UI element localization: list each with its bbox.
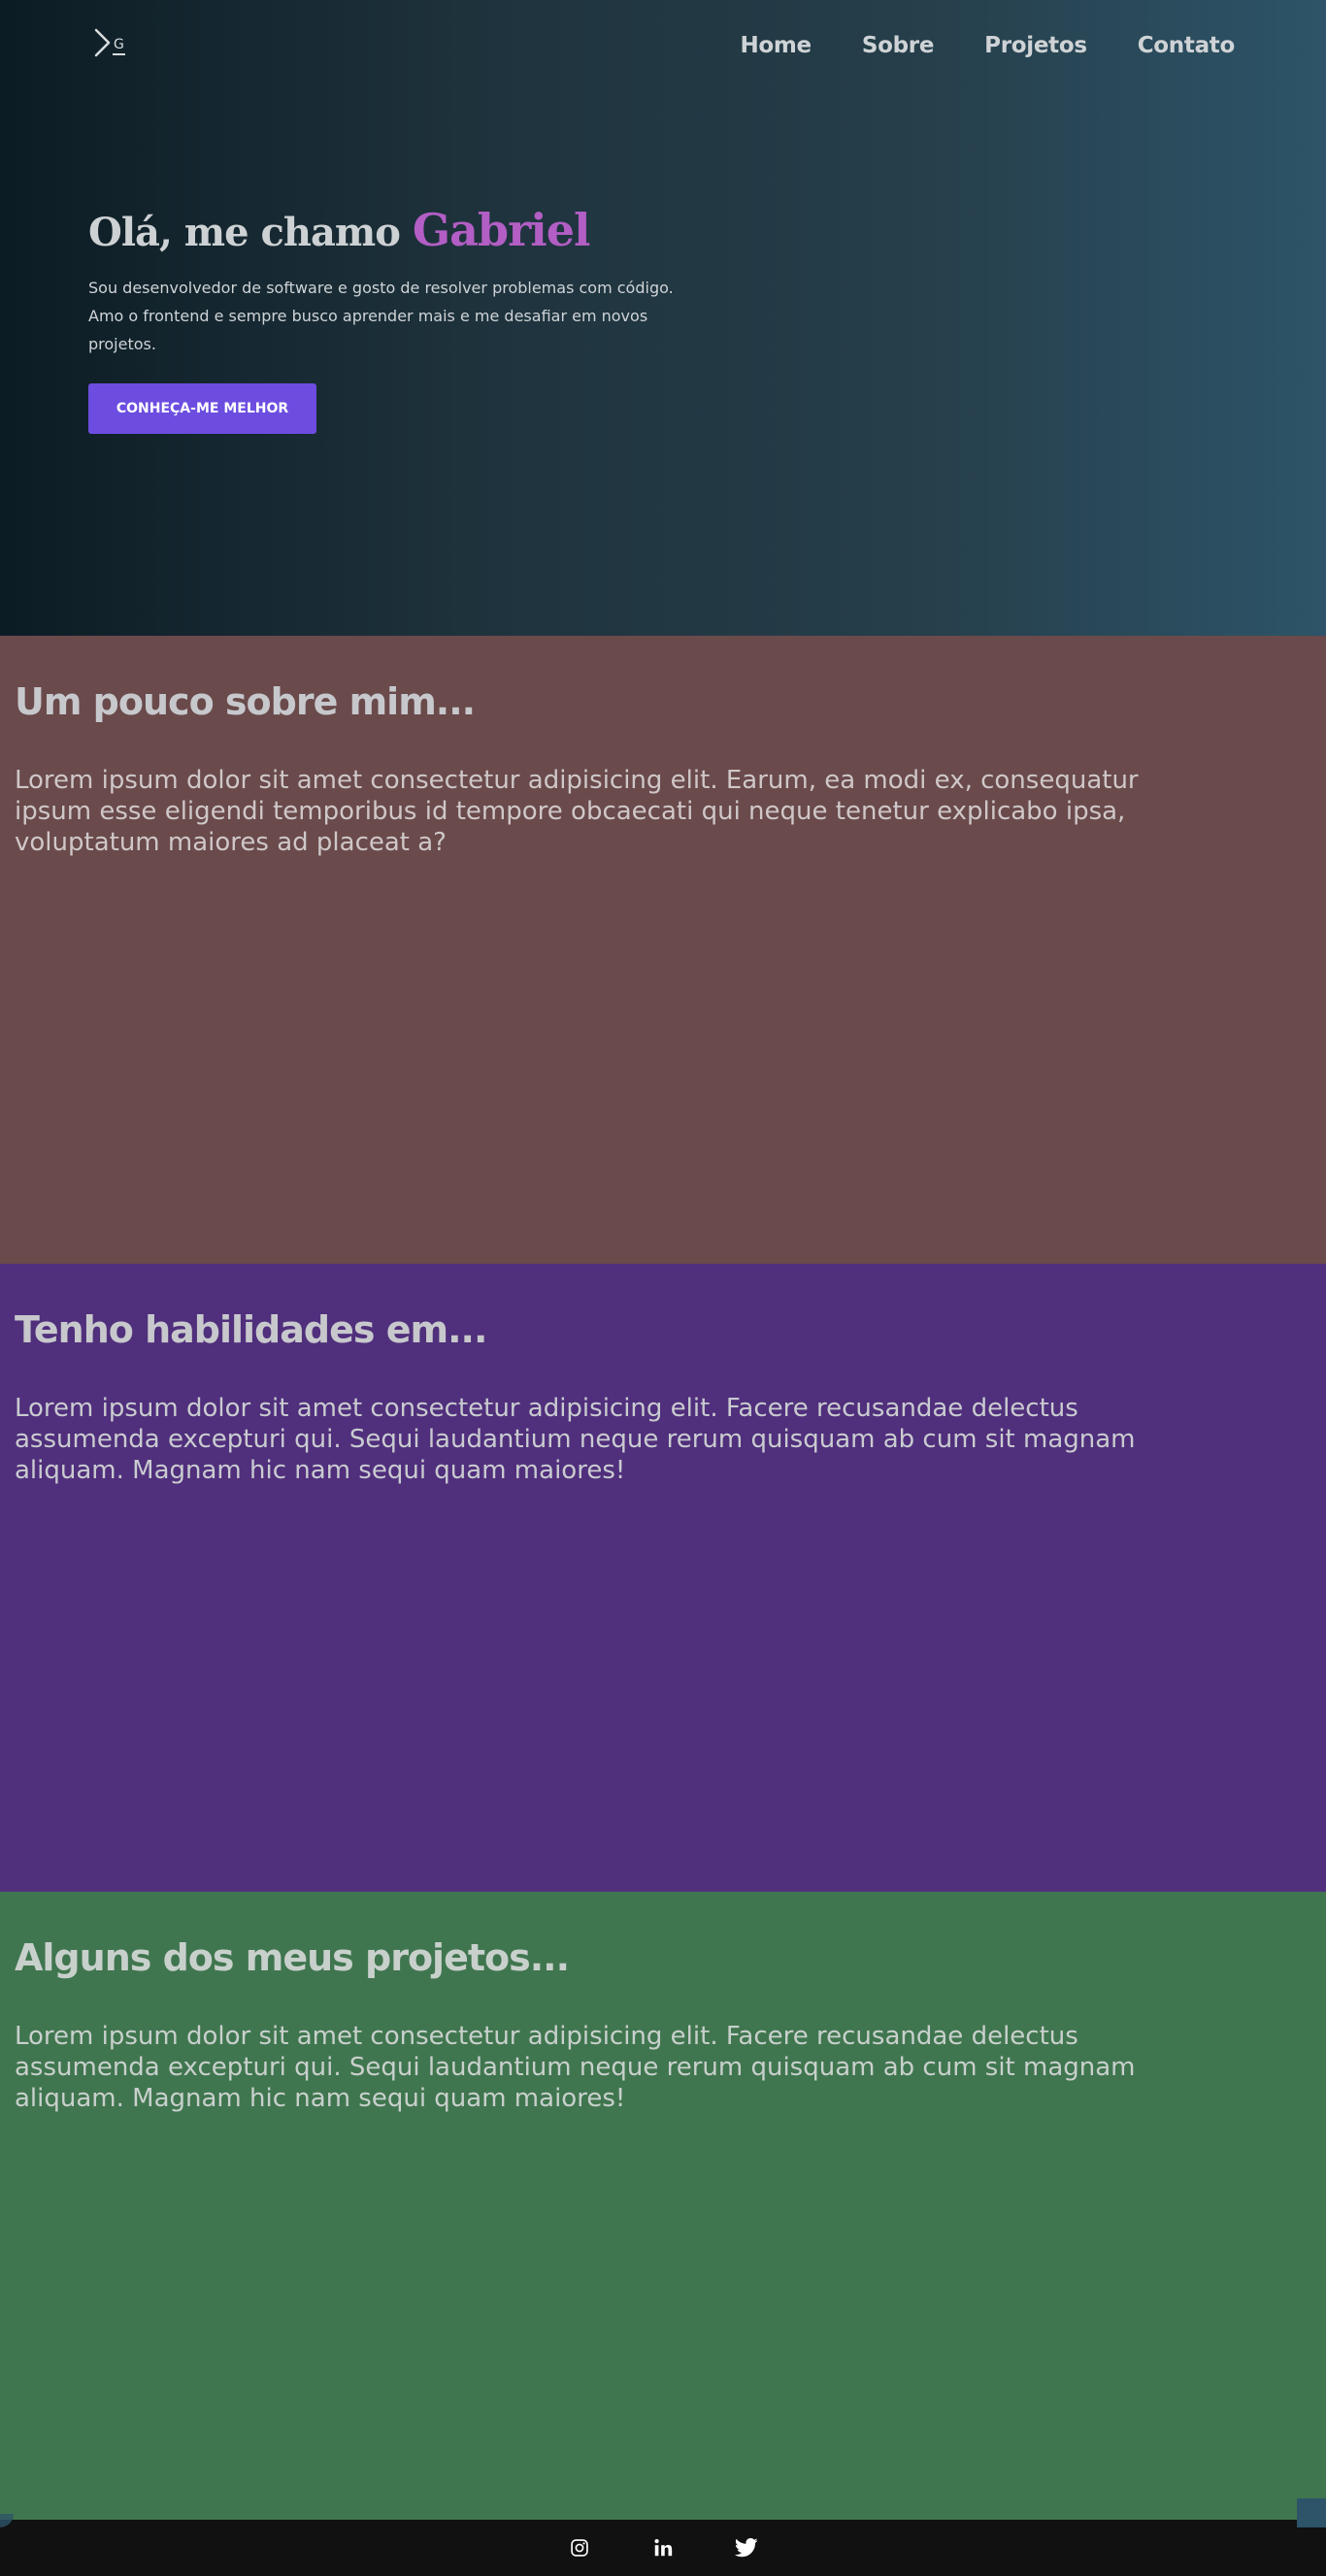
twitter-icon[interactable] [735, 2536, 758, 2559]
nav-link-home[interactable]: Home [740, 33, 812, 58]
instagram-icon[interactable] [568, 2536, 591, 2559]
projects-text: Lorem ipsum dolor sit amet consectetur a… [15, 2022, 1136, 2113]
cta-button[interactable]: CONHEÇA-ME MELHOR [88, 383, 316, 434]
projects-title: Alguns dos meus projetos... [15, 1936, 570, 1979]
skills-text: Lorem ipsum dolor sit amet consectetur a… [15, 1394, 1136, 1485]
hero-content: Olá, me chamo Gabriel Sou desenvolvedor … [88, 204, 690, 434]
nav-link-contato[interactable]: Contato [1138, 33, 1236, 58]
hero-greeting: Olá, me chamo [88, 210, 401, 255]
projects-section: Alguns dos meus projetos... Lorem ipsum … [0, 1892, 1326, 2527]
site-logo[interactable]: G [93, 27, 132, 62]
nav-link-projetos[interactable]: Projetos [984, 33, 1087, 58]
footer [0, 2514, 1326, 2576]
hero-section: G Home Sobre Projetos Contato Olá, me ch… [0, 0, 1326, 636]
scroll-to-top-button[interactable] [1297, 2498, 1326, 2527]
nav-links: Home Sobre Projetos Contato [740, 33, 1235, 58]
nav-link-sobre[interactable]: Sobre [862, 33, 935, 58]
hero-title: Olá, me chamo Gabriel [88, 204, 690, 256]
about-section: Um pouco sobre mim... Lorem ipsum dolor … [0, 636, 1326, 1264]
hero-name: Gabriel [412, 204, 591, 256]
footer-corner-decoration [0, 2514, 14, 2527]
linkedin-icon[interactable] [651, 2536, 675, 2559]
about-title: Um pouco sobre mim... [15, 680, 476, 723]
about-text: Lorem ipsum dolor sit amet consectetur a… [15, 766, 1139, 857]
hero-description: Sou desenvolvedor de software e gosto de… [88, 279, 674, 353]
skills-section: Tenho habilidades em... Lorem ipsum dolo… [0, 1264, 1326, 1892]
logo-letter: G [113, 37, 125, 55]
chevron-right-icon [94, 28, 111, 57]
skills-title: Tenho habilidades em... [15, 1308, 487, 1351]
top-navigation: G Home Sobre Projetos Contato [0, 0, 1326, 97]
